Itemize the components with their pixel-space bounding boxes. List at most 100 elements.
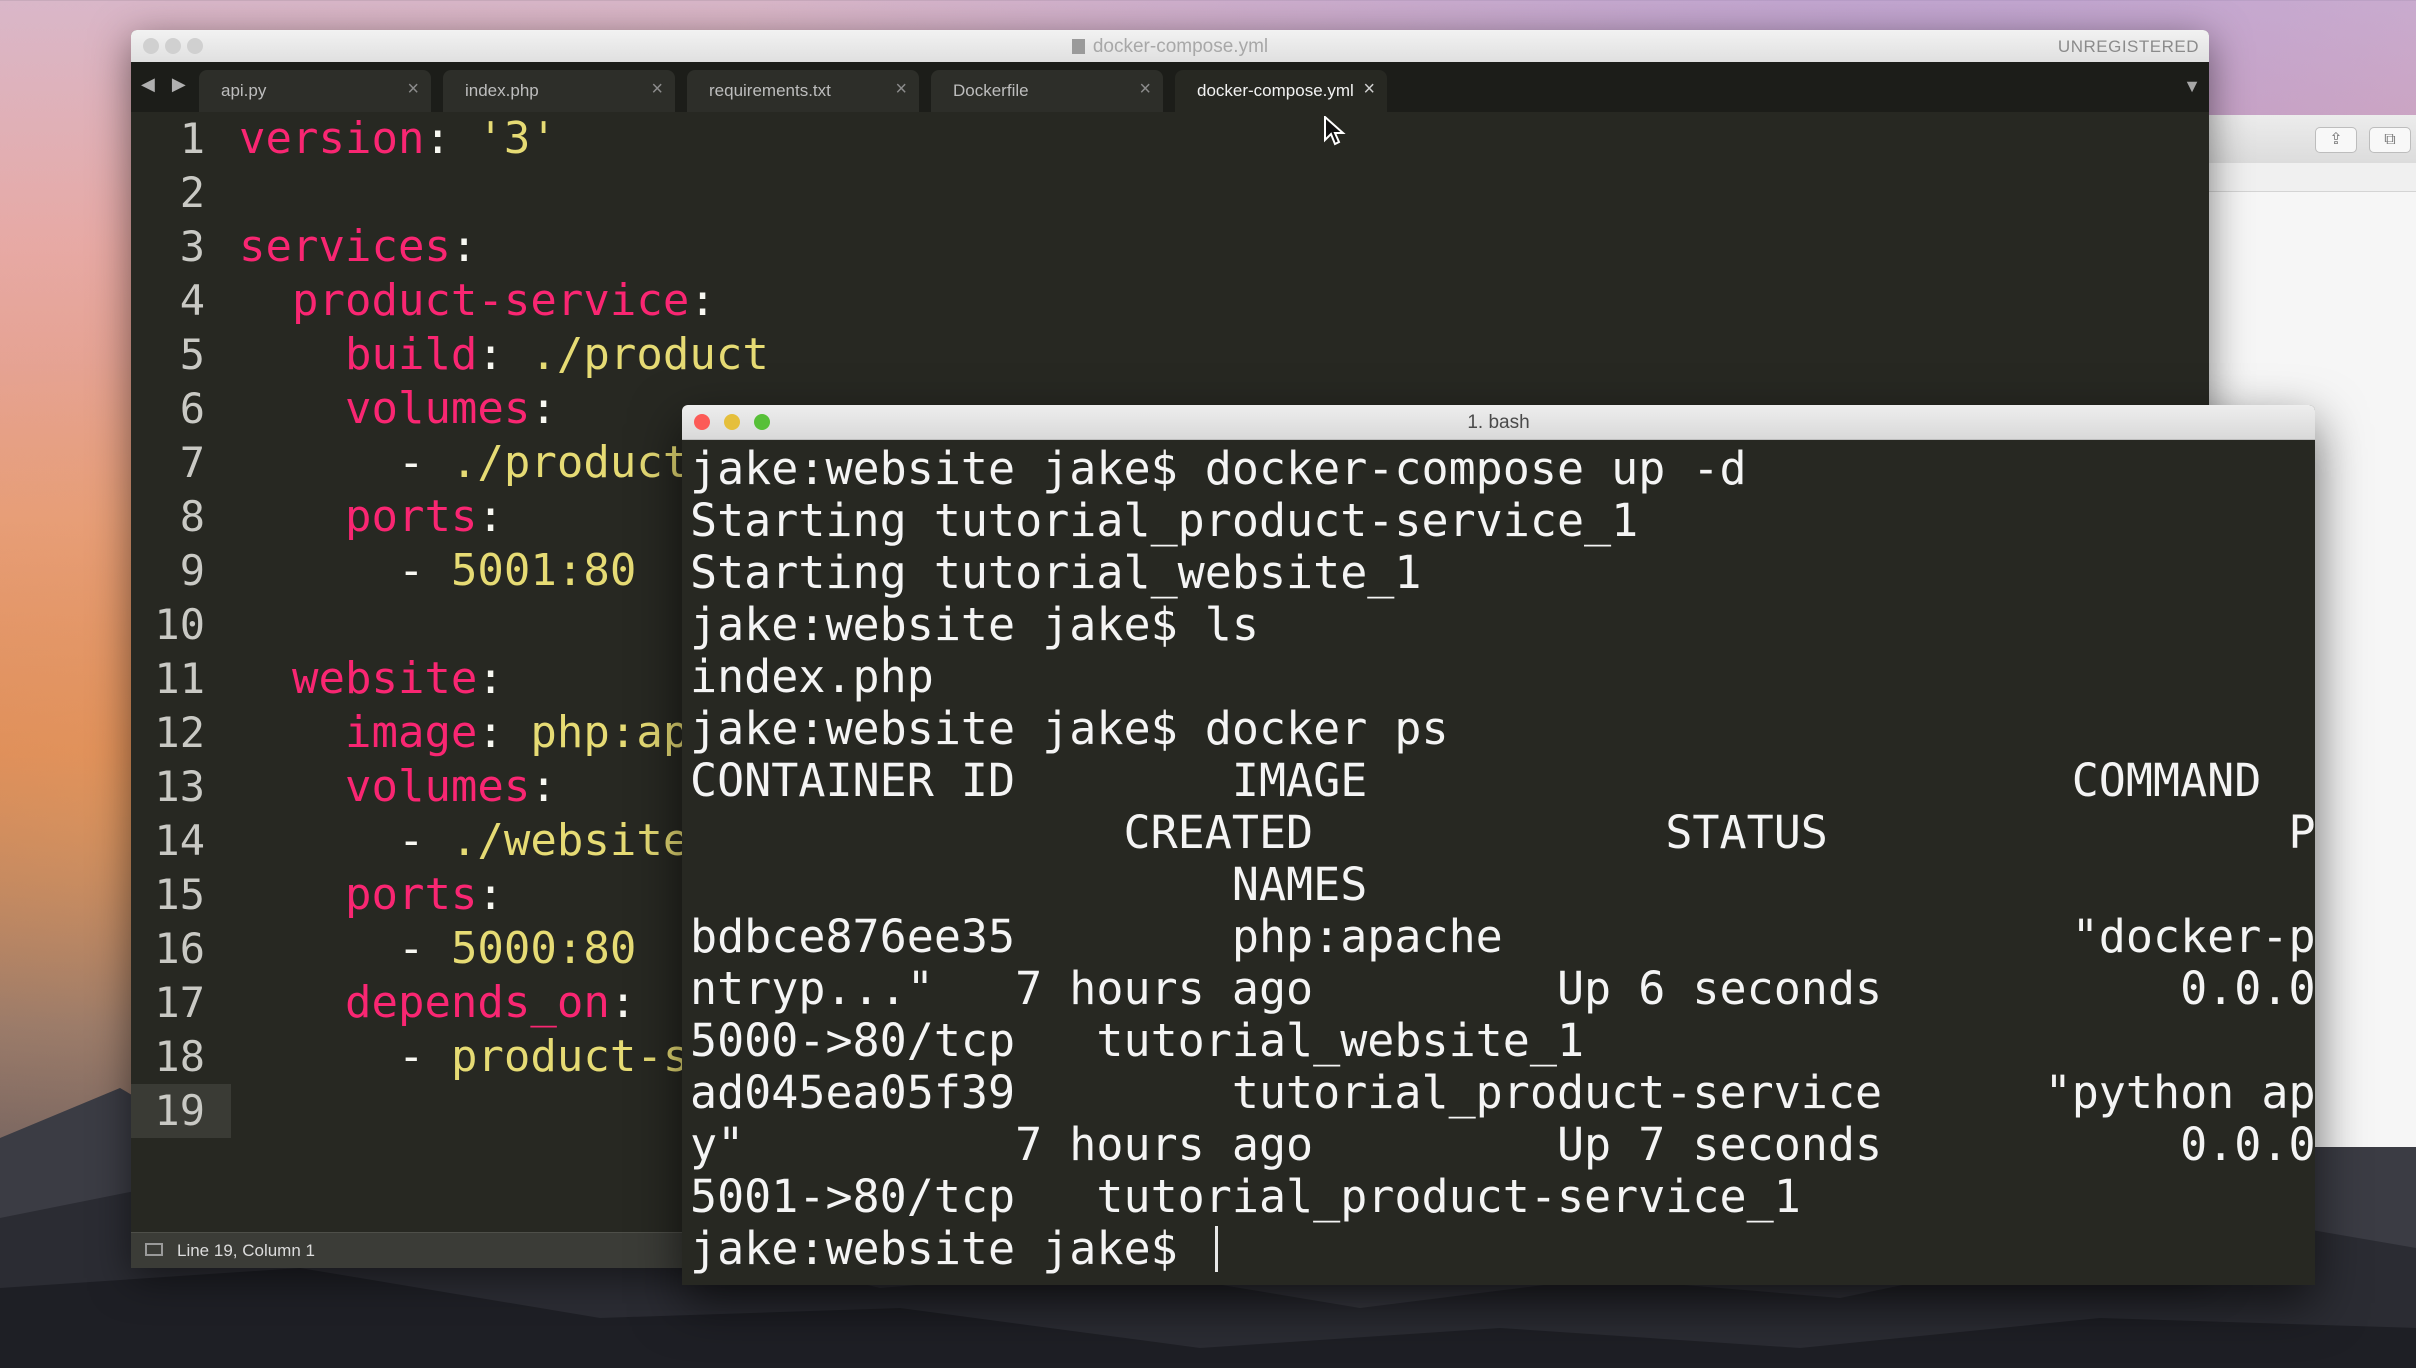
code-line: - ./product	[239, 436, 689, 490]
yaml-key: ports	[344, 491, 478, 542]
yaml-dash: -	[397, 923, 451, 974]
yaml-colon: :	[689, 275, 716, 326]
tab-index-php[interactable]: index.php ×	[443, 70, 675, 112]
line-number: 5	[179, 330, 205, 379]
code-line: services:	[239, 220, 477, 274]
yaml-value: 5001:80	[450, 545, 637, 596]
yaml-value: product-s	[450, 1031, 690, 1082]
line-number: 2	[179, 168, 205, 217]
terminal-prompt: jake:website jake$	[690, 1222, 1205, 1275]
close-icon[interactable]: ×	[895, 78, 907, 101]
tab-menu-chevron-icon[interactable]: ▼	[2183, 76, 2201, 97]
terminal-line: ad045ea05f39 tutorial_product-service "p…	[690, 1066, 2315, 1119]
yaml-colon: :	[477, 329, 504, 380]
line-number: 13	[154, 762, 205, 811]
share-icon[interactable]: ⇪	[2315, 127, 2357, 153]
text-cursor	[1214, 1226, 1218, 1272]
line-number: 15	[154, 870, 205, 919]
line-number: 1	[179, 114, 205, 163]
line-number: 8	[179, 492, 205, 541]
terminal-line: y" 7 hours ago Up 7 seconds 0.0.0.0:	[690, 1118, 2315, 1171]
cursor-position: Line 19, Column 1	[177, 1241, 315, 1260]
yaml-dash: -	[397, 545, 451, 596]
tabs-icon[interactable]: ⧉	[2369, 127, 2411, 153]
yaml-colon: :	[424, 113, 451, 164]
close-icon[interactable]: ×	[651, 78, 663, 101]
terminal-titlebar: 1. bash	[682, 405, 2315, 440]
line-number: 14	[154, 816, 205, 865]
browser-toolbar: ⇪ ⧉	[2209, 115, 2416, 164]
terminal-output[interactable]: jake:website jake$ docker-compose up -d …	[690, 443, 2315, 1279]
code-line: website:	[239, 652, 504, 706]
unregistered-label: UNREGISTERED	[2057, 37, 2199, 56]
code-line: image: php:ap	[239, 706, 689, 760]
tab-label: docker-compose.yml	[1197, 81, 1354, 100]
code-line: - ./website	[239, 814, 689, 868]
tab-docker-compose-yml[interactable]: docker-compose.yml ×	[1175, 70, 1387, 112]
code-line: - 5001:80	[239, 544, 636, 598]
terminal-line: jake:website jake$ docker ps	[690, 702, 1449, 755]
close-icon[interactable]: ×	[1139, 78, 1151, 101]
yaml-colon: :	[609, 977, 637, 1028]
yaml-dash: -	[397, 815, 451, 866]
line-number: 3	[179, 222, 205, 271]
terminal-line: Starting tutorial_website_1	[690, 546, 1422, 599]
terminal-prompt-line[interactable]: jake:website jake$	[690, 1223, 1218, 1275]
yaml-key: build	[344, 329, 478, 380]
code-line: build: ./product	[239, 328, 769, 382]
terminal-line: CREATED STATUS PORTS	[690, 806, 2315, 859]
code-line: product-service:	[239, 274, 716, 328]
tab-nav-arrows-icon[interactable]: ◀ ▶	[141, 74, 192, 95]
terminal-line: ntryp..." 7 hours ago Up 6 seconds 0.0.0…	[690, 962, 2315, 1015]
line-number: 17	[154, 978, 205, 1027]
editor-titlebar: docker-compose.yml UNREGISTERED	[131, 30, 2209, 63]
tab-requirements-txt[interactable]: requirements.txt ×	[687, 70, 919, 112]
close-icon[interactable]: ×	[1363, 78, 1375, 101]
yaml-value: 5000:80	[450, 923, 637, 974]
yaml-key: version	[239, 113, 425, 164]
line-number: 12	[154, 708, 205, 757]
code-line: ports:	[239, 868, 504, 922]
yaml-dash: -	[397, 1031, 451, 1082]
line-number: 11	[154, 654, 205, 703]
code-line: version: '3'	[239, 112, 557, 166]
code-line: ports:	[239, 490, 504, 544]
yaml-colon: :	[477, 707, 504, 758]
terminal-line: 5001->80/tcp tutorial_product-service_1	[690, 1170, 1801, 1223]
yaml-key: image	[344, 707, 478, 758]
terminal-line: NAMES	[690, 858, 1368, 911]
yaml-colon: :	[477, 653, 504, 704]
yaml-value: ./product	[503, 329, 769, 380]
editor-window-title: docker-compose.yml	[131, 36, 2209, 58]
yaml-value: php:ap	[503, 707, 690, 758]
document-icon	[1071, 39, 1085, 54]
code-line: depends_on:	[239, 976, 636, 1030]
tab-api-py[interactable]: api.py ×	[199, 70, 431, 112]
panel-toggle-icon[interactable]	[145, 1243, 163, 1256]
code-line: volumes:	[239, 382, 557, 436]
tab-dockerfile[interactable]: Dockerfile ×	[931, 70, 1163, 112]
yaml-key: depends_on	[344, 977, 610, 1028]
terminal-line: index.php	[690, 650, 934, 703]
close-icon[interactable]: ×	[407, 78, 419, 101]
line-number: 16	[154, 924, 205, 973]
yaml-key: services	[239, 221, 451, 272]
yaml-colon: :	[530, 383, 557, 434]
yaml-value: ./product	[450, 437, 690, 488]
yaml-key: website	[291, 653, 478, 704]
editor-title-text: docker-compose.yml	[1092, 36, 1269, 57]
tab-label: requirements.txt	[709, 81, 831, 100]
code-line: - 5000:80	[239, 922, 636, 976]
yaml-value: ./website	[450, 815, 690, 866]
line-number: 6	[179, 384, 205, 433]
terminal-line: bdbce876ee35 php:apache "docker-php-e	[690, 910, 2315, 963]
terminal-window[interactable]: 1. bash jake:website jake$ docker-compos…	[682, 405, 2315, 1285]
yaml-key: volumes	[344, 761, 531, 812]
